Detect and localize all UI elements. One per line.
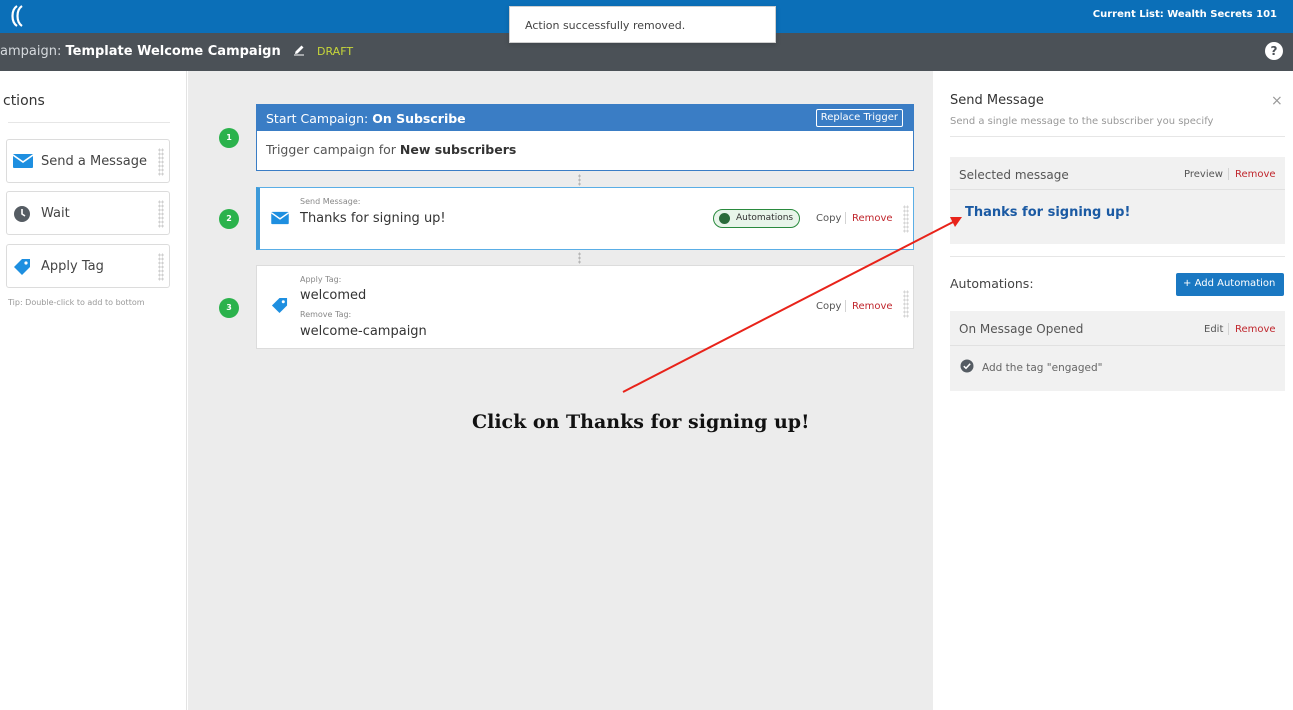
close-icon[interactable]: ×	[1271, 93, 1283, 109]
automations-badge-label: Automations	[736, 213, 794, 223]
start-title-prefix: Start Campaign:	[266, 111, 369, 126]
trigger-value: New subscribers	[399, 142, 517, 157]
connector-dots	[578, 174, 581, 186]
edit-link[interactable]: Edit	[1204, 324, 1223, 335]
action-label: Send a Message	[41, 154, 147, 169]
step-number: 1	[219, 128, 239, 148]
drag-handle-icon[interactable]	[903, 205, 909, 233]
step-message-name[interactable]: Thanks for signing up!	[300, 211, 446, 226]
automation-rule: Add the tag "engaged"	[982, 362, 1103, 374]
app-logo-icon[interactable]	[6, 4, 28, 28]
drag-handle-icon[interactable]	[158, 200, 164, 228]
copy-link[interactable]: Copy	[816, 213, 841, 224]
automations-label: Automations:	[950, 276, 1034, 291]
actions-panel: ctions Send a Message Wait Apply Tag Tip…	[0, 71, 187, 710]
remove-link[interactable]: Remove	[1235, 169, 1276, 180]
drag-handle-icon[interactable]	[158, 148, 164, 176]
toast-notification: Action successfully removed.	[509, 6, 776, 43]
automations-badge[interactable]: Automations	[713, 209, 801, 228]
selected-message-link[interactable]: Thanks for signing up!	[965, 205, 1130, 220]
trigger-prefix: Trigger campaign for	[266, 142, 396, 157]
step-label: Apply Tag:	[300, 275, 342, 284]
selected-message-header: Selected message Preview Remove	[950, 157, 1285, 190]
divider	[950, 256, 1285, 257]
draft-badge: DRAFT	[317, 45, 354, 58]
remove-link[interactable]: Remove	[852, 213, 893, 224]
automation-header: On Message Opened Edit Remove	[950, 311, 1285, 346]
divider	[950, 136, 1285, 137]
annotation-text: Click on Thanks for signing up!	[472, 411, 810, 433]
connector-dots	[578, 252, 581, 264]
drag-handle-icon[interactable]	[158, 253, 164, 281]
step-number: 2	[219, 209, 239, 229]
action-label: Apply Tag	[41, 259, 104, 274]
add-automation-button[interactable]: + Add Automation	[1176, 273, 1284, 296]
drag-handle-icon[interactable]	[903, 290, 909, 318]
tag-icon	[14, 259, 30, 275]
action-apply-tag[interactable]: Apply Tag	[6, 244, 170, 288]
actions-title: ctions	[3, 93, 45, 109]
help-icon[interactable]: ?	[1265, 42, 1283, 60]
automation-item: On Message Opened Edit Remove Add the ta…	[950, 311, 1285, 391]
remove-link[interactable]: Remove	[852, 301, 893, 312]
automation-trigger: On Message Opened	[959, 322, 1084, 336]
envelope-icon	[13, 154, 33, 168]
send-message-card[interactable]: Send Message: Thanks for signing up! Aut…	[256, 187, 914, 250]
info-icon	[719, 213, 730, 224]
envelope-icon	[271, 211, 289, 225]
action-wait[interactable]: Wait	[6, 191, 170, 235]
divider	[845, 212, 846, 224]
edit-pencil-icon[interactable]	[293, 44, 305, 56]
apply-tag-card[interactable]: Apply Tag: welcomed Remove Tag: welcome-…	[256, 265, 914, 349]
start-title-value: On Subscribe	[372, 111, 466, 126]
clock-icon	[14, 206, 30, 222]
divider	[8, 122, 170, 123]
selected-message-label: Selected message	[959, 168, 1069, 182]
remove-tag-value: welcome-campaign	[300, 324, 427, 339]
current-list-label[interactable]: Current List: Wealth Secrets 101	[1093, 9, 1277, 20]
replace-trigger-button[interactable]: Replace Trigger	[815, 109, 903, 127]
selected-message-box: Selected message Preview Remove Thanks f…	[950, 157, 1285, 244]
tip-text: Tip: Double-click to add to bottom	[8, 298, 145, 307]
campaign-canvas: 1 Start Campaign: On Subscribe Replace T…	[188, 71, 933, 710]
start-campaign-card[interactable]: Start Campaign: On Subscribe Replace Tri…	[256, 104, 914, 171]
step-number: 3	[219, 298, 239, 318]
trigger-description: Trigger campaign for New subscribers	[257, 131, 913, 157]
divider	[1228, 323, 1229, 335]
copy-link[interactable]: Copy	[816, 301, 841, 312]
action-send-message[interactable]: Send a Message	[6, 139, 170, 183]
add-automation-label: Add Automation	[1194, 278, 1276, 289]
divider	[845, 300, 846, 312]
step-label: Remove Tag:	[300, 310, 352, 319]
campaign-title: ampaign: Template Welcome Campaign DRAFT	[0, 44, 353, 59]
action-label: Wait	[41, 206, 70, 221]
plus-icon: +	[1183, 278, 1195, 289]
step-label: Send Message:	[300, 197, 361, 206]
preview-link[interactable]: Preview	[1184, 169, 1223, 180]
panel-title: Send Message	[950, 93, 1044, 108]
divider	[1228, 168, 1229, 180]
tag-icon	[271, 297, 288, 314]
check-circle-icon	[960, 359, 974, 373]
campaign-name: Template Welcome Campaign	[65, 44, 281, 59]
panel-subtitle: Send a single message to the subscriber …	[950, 116, 1214, 127]
start-campaign-header: Start Campaign: On Subscribe Replace Tri…	[257, 105, 913, 131]
remove-link[interactable]: Remove	[1235, 324, 1276, 335]
campaign-label: ampaign:	[0, 44, 62, 59]
apply-tag-value: welcomed	[300, 288, 367, 303]
send-message-panel: Send Message Send a single message to th…	[934, 71, 1293, 710]
